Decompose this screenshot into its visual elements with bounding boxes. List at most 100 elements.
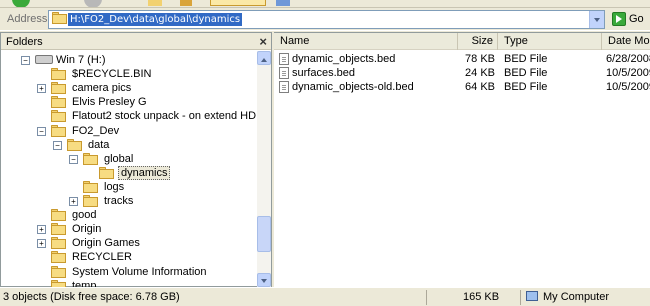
tree-node[interactable]: temp xyxy=(1,279,257,287)
column-header-size[interactable]: Size xyxy=(458,33,498,50)
expand-icon[interactable]: + xyxy=(37,239,46,249)
tree-node[interactable]: Elvis Presley G xyxy=(1,95,257,109)
up-folder-icon[interactable] xyxy=(148,0,162,6)
file-type: BED File xyxy=(504,81,548,93)
go-button[interactable]: Go xyxy=(610,11,650,28)
address-label: Address xyxy=(7,13,48,25)
collapse-icon[interactable]: − xyxy=(37,126,46,136)
folder-icon xyxy=(51,110,67,123)
tree-node[interactable]: + Origin xyxy=(1,222,257,236)
folders-pane: Folders × − Win 7 (H:) $RECYCLE.BIN + camera… xyxy=(0,32,272,287)
file-row[interactable]: surfaces.bed 24 KB BED File 10/5/2009 1 xyxy=(274,66,650,80)
tree-node[interactable]: $RECYCLE.BIN xyxy=(1,67,257,81)
folder-icon xyxy=(51,223,67,236)
expand-icon[interactable]: + xyxy=(37,225,46,235)
tree-node[interactable]: + tracks xyxy=(1,194,257,208)
file-size: 24 KB xyxy=(465,67,495,79)
folder-icon xyxy=(51,209,67,222)
folder-icon xyxy=(51,251,67,264)
expand-icon[interactable]: + xyxy=(37,84,46,94)
tree-node[interactable]: RECYCLER xyxy=(1,250,257,264)
status-size: 165 KB xyxy=(463,291,500,303)
tree-node[interactable]: dynamics xyxy=(1,165,257,180)
status-bar: 3 objects (Disk free space: 6.78 GB) 165… xyxy=(0,287,650,306)
status-divider xyxy=(426,290,427,305)
tree-node-label: Win 7 (H:) xyxy=(56,54,106,66)
file-type: BED File xyxy=(504,67,548,79)
folder-icon xyxy=(51,265,67,278)
standard-toolbar xyxy=(0,0,650,8)
tree-node[interactable]: Flatout2 stock unpack - on extend HD xyxy=(1,109,257,123)
views-icon[interactable] xyxy=(276,0,290,6)
go-label: Go xyxy=(629,13,644,25)
folder-icon xyxy=(83,180,99,193)
scroll-down-icon[interactable] xyxy=(257,273,271,287)
file-row[interactable]: dynamic_objects-old.bed 64 KB BED File 10/5… xyxy=(274,80,650,94)
folder-icon xyxy=(67,138,83,151)
folder-icon xyxy=(51,96,67,109)
tree-node[interactable]: good xyxy=(1,208,257,222)
tree-node-label: Elvis Presley G xyxy=(72,96,147,109)
tree-node-label: data xyxy=(88,138,110,151)
tree-node[interactable]: − data xyxy=(1,138,257,152)
go-arrow-icon xyxy=(612,12,626,26)
collapse-icon[interactable]: − xyxy=(21,56,30,65)
tree-node-label: System Volume Information xyxy=(72,265,207,278)
folder-icon xyxy=(51,82,67,95)
folder-icon xyxy=(52,12,68,24)
tree-node-label: temp xyxy=(72,279,97,287)
file-type: BED File xyxy=(504,53,548,65)
tree-node[interactable]: − FO2_Dev xyxy=(1,124,257,138)
column-header-name[interactable]: Name xyxy=(274,33,458,50)
tree-node[interactable]: − Win 7 (H:) xyxy=(1,53,257,67)
file-name: dynamic_objects-old.bed xyxy=(292,81,414,93)
file-name: dynamic_objects.bed xyxy=(292,53,396,65)
folders-toggle-icon[interactable] xyxy=(210,0,266,6)
tree-node-label: RECYCLER xyxy=(72,251,132,264)
expand-icon[interactable]: + xyxy=(69,197,78,206)
forward-icon[interactable] xyxy=(84,0,102,7)
folder-icon xyxy=(83,195,99,207)
file-size: 78 KB xyxy=(465,53,495,65)
document-icon xyxy=(279,81,289,93)
tree-node-label: good xyxy=(72,209,97,222)
close-icon[interactable]: × xyxy=(259,34,267,49)
tree-node[interactable]: System Volume Information xyxy=(1,265,257,279)
tree-node-label: tracks xyxy=(104,195,134,207)
tree-node-label: global xyxy=(104,152,134,165)
folder-icon xyxy=(51,68,67,81)
tree-node[interactable]: logs xyxy=(1,180,257,194)
collapse-icon[interactable]: − xyxy=(69,154,78,164)
tree-scrollbar[interactable] xyxy=(257,51,271,287)
file-row[interactable]: dynamic_objects.bed 78 KB BED File 6/28/200… xyxy=(274,52,650,66)
tree-node-label: FO2_Dev xyxy=(72,124,120,137)
status-location: My Computer xyxy=(543,291,610,303)
tree-node-label: Origin Games xyxy=(72,237,140,250)
status-divider xyxy=(520,290,521,305)
scroll-thumb[interactable] xyxy=(257,216,271,252)
collapse-icon[interactable]: − xyxy=(53,140,62,150)
address-path[interactable]: H:\FO2_Dev\data\global\dynamics xyxy=(68,13,243,26)
folder-icon xyxy=(51,279,67,287)
column-header-type[interactable]: Type xyxy=(498,33,602,50)
scroll-up-icon[interactable] xyxy=(257,51,271,65)
folder-icon xyxy=(51,124,67,137)
tree-node-label: logs xyxy=(104,180,125,193)
folders-title: Folders xyxy=(6,36,43,48)
file-date: 6/28/2008 6 xyxy=(606,53,650,65)
tree-node-label: $RECYCLE.BIN xyxy=(72,68,152,81)
chevron-down-icon[interactable] xyxy=(589,11,604,28)
file-date: 10/5/2009 1 xyxy=(606,67,650,79)
column-header-date[interactable]: Date Modified xyxy=(602,33,650,50)
back-icon[interactable] xyxy=(12,0,30,7)
tree-node[interactable]: + Origin Games xyxy=(1,236,257,250)
folder-icon xyxy=(51,237,67,250)
search-icon[interactable] xyxy=(180,0,192,6)
tree-node[interactable]: − global xyxy=(1,152,257,166)
address-input[interactable]: H:\FO2_Dev\data\global\dynamics xyxy=(48,10,605,29)
tree-node-label: Flatout2 stock unpack - on extend HD xyxy=(72,110,257,123)
tree-node-label: dynamics xyxy=(118,165,171,180)
tree-node[interactable]: + camera pics xyxy=(1,81,257,95)
folder-open-icon xyxy=(99,166,115,179)
document-icon xyxy=(279,53,289,65)
